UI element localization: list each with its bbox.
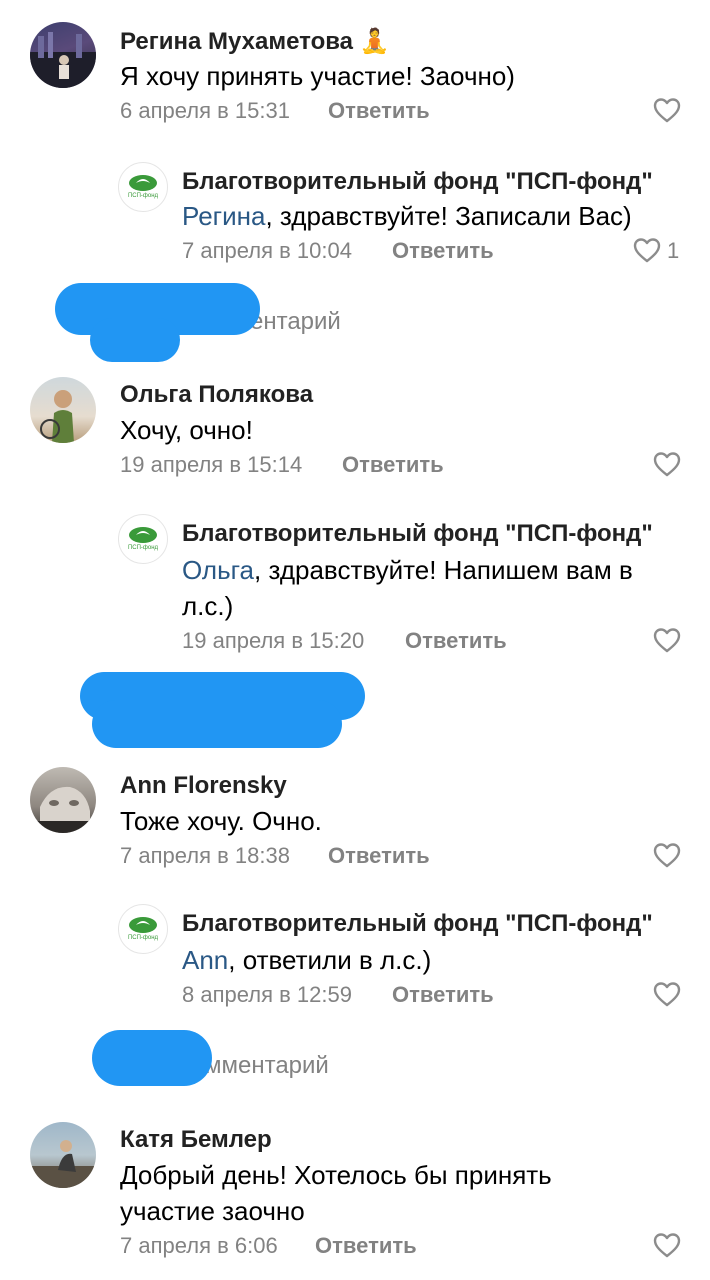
- heart-outline-icon[interactable]: [652, 96, 682, 124]
- reply-date: 19 апреля в 15:20: [182, 628, 365, 653]
- show-more-comments[interactable]: мментарий: [205, 1052, 329, 1080]
- comment-date: 19 апреля в 15:14: [120, 452, 303, 477]
- avatar[interactable]: [30, 767, 96, 833]
- like-count: 1: [667, 238, 680, 263]
- fund-avatar[interactable]: ПСП-фонд: [118, 904, 168, 954]
- comment-text: Я хочу принять участие! Заочно): [120, 61, 515, 91]
- fund-avatar[interactable]: ПСП-фонд: [118, 162, 168, 212]
- reply-author[interactable]: Благотворительный фонд "ПСП-фонд": [182, 168, 653, 196]
- reply-author[interactable]: Благотворительный фонд "ПСП-фонд": [182, 520, 653, 548]
- reply-text: Регина, здравствуйте! Записали Вас): [182, 198, 632, 234]
- reply-date: 8 апреля в 12:59: [182, 982, 352, 1007]
- comment-date: 6 апреля в 15:31: [120, 98, 290, 123]
- mention-link[interactable]: Ann: [182, 945, 228, 975]
- show-more-comments[interactable]: ентарий: [250, 308, 341, 336]
- fund-logo-icon: ПСП-фонд: [128, 175, 159, 199]
- comment-text: Хочу, очно!: [120, 415, 253, 445]
- comment-date: 7 апреля в 6:06: [120, 1233, 278, 1258]
- svg-text:ПСП-фонд: ПСП-фонд: [128, 545, 159, 551]
- avatar[interactable]: [30, 22, 96, 88]
- comment-text: Добрый день! Хотелось бы принять: [120, 1160, 552, 1190]
- heart-outline-icon[interactable]: [652, 841, 682, 869]
- reply-button[interactable]: Ответить: [328, 843, 430, 869]
- comment-author[interactable]: Катя Бемлер: [120, 1126, 272, 1154]
- reply-text: Ann, ответили в л.с.): [182, 942, 431, 978]
- reply-button[interactable]: Ответить: [315, 1233, 417, 1259]
- reply-author[interactable]: Благотворительный фонд "ПСП-фонд": [182, 910, 653, 938]
- reply-text-line: л.с.): [182, 591, 234, 621]
- fund-logo-icon: ПСП-фонд: [128, 527, 159, 551]
- fund-logo-icon: ПСП-фонд: [128, 917, 159, 941]
- comment-author[interactable]: Ольга Полякова: [120, 381, 313, 409]
- avatar[interactable]: [30, 1122, 96, 1188]
- heart-outline-icon[interactable]: [652, 1231, 682, 1259]
- heart-outline-icon[interactable]: [632, 236, 662, 264]
- comment-text: Тоже хочу. Очно.: [120, 806, 322, 836]
- reply-button[interactable]: Ответить: [392, 982, 494, 1008]
- reply-text-body: , здравствуйте! Записали Вас): [265, 201, 632, 231]
- fund-avatar[interactable]: ПСП-фонд: [118, 514, 168, 564]
- redaction-mark: [92, 1030, 212, 1086]
- reply-button[interactable]: Ответить: [342, 452, 444, 478]
- heart-outline-icon[interactable]: [652, 450, 682, 478]
- redaction-mark: [92, 700, 342, 748]
- comment-date: 7 апреля в 18:38: [120, 843, 290, 868]
- comment-text-line: участие заочно: [120, 1196, 305, 1226]
- reply-text-body: , здравствуйте! Напишем вам в: [254, 555, 633, 585]
- avatar-photo: [30, 32, 96, 88]
- avatar-photo: [30, 786, 96, 833]
- comment-author[interactable]: Ann Florensky: [120, 772, 287, 800]
- svg-text:ПСП-фонд: ПСП-фонд: [128, 935, 159, 941]
- reply-button[interactable]: Ответить: [392, 238, 494, 264]
- avatar[interactable]: [30, 377, 96, 443]
- reply-button[interactable]: Ответить: [405, 628, 507, 654]
- emoji-status-icon: 🧘: [359, 28, 390, 55]
- avatar-photo: [40, 390, 74, 443]
- svg-text:ПСП-фонд: ПСП-фонд: [128, 193, 159, 199]
- reply-button[interactable]: Ответить: [328, 98, 430, 124]
- reply-text: Ольга, здравствуйте! Напишем вам в: [182, 552, 633, 588]
- mention-link[interactable]: Регина: [182, 201, 265, 231]
- author-name[interactable]: Регина Мухаметова: [120, 28, 353, 55]
- heart-outline-icon[interactable]: [652, 626, 682, 654]
- reply-date: 7 апреля в 10:04: [182, 238, 352, 263]
- mention-link[interactable]: Ольга: [182, 555, 254, 585]
- heart-outline-icon[interactable]: [652, 980, 682, 1008]
- avatar-photo: [30, 1140, 96, 1188]
- reply-text-body: , ответили в л.с.): [228, 945, 432, 975]
- comment-author[interactable]: Регина Мухаметова 🧘: [120, 27, 390, 56]
- redaction-mark: [90, 318, 180, 362]
